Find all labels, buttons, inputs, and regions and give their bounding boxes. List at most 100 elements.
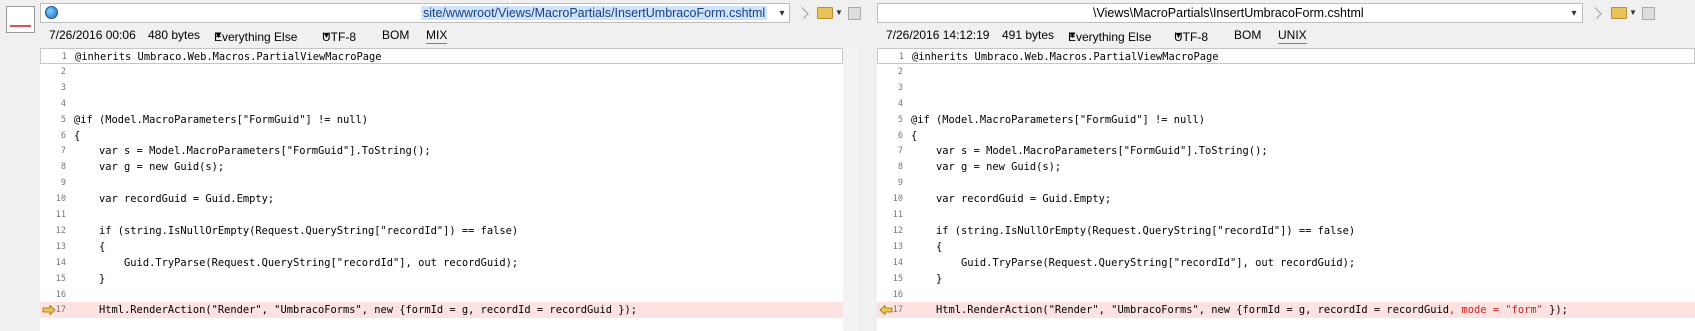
line-number: 14	[55, 257, 66, 268]
code-line: 15 }	[877, 271, 1695, 287]
code-line: 1 @inherits Umbraco.Web.Macros.PartialVie…	[40, 48, 843, 64]
code-line: 15 }	[40, 271, 843, 287]
line-text: @if (Model.MacroParameters["FormGuid"] !…	[74, 112, 368, 128]
line-number: 5	[60, 114, 66, 125]
code-line: 1 @inherits Umbraco.Web.Macros.PartialVie…	[877, 48, 1695, 64]
line-tail-text: });	[1542, 304, 1568, 317]
added-text: , mode = "form"	[1449, 304, 1543, 317]
line-text-content: @if (Model.MacroParameters["FormGuid"] !…	[911, 113, 1206, 126]
right-filter-value: Everything Else	[1068, 30, 1152, 44]
line-text-content: if (string.IsNullOrEmpty(Request.QuerySt…	[911, 224, 1356, 237]
code-line: 13 {	[877, 239, 1695, 255]
line-text: Guid.TryParse(Request.QueryString["recor…	[74, 255, 518, 271]
line-number: 16	[892, 289, 903, 300]
right-bom-toggle[interactable]: BOM	[1234, 28, 1261, 42]
line-number: 2	[60, 66, 66, 77]
right-path-input[interactable]: \Views\MacroPartials\InsertUmbracoForm.c…	[877, 3, 1583, 23]
right-pane: \Views\MacroPartials\InsertUmbracoForm.c…	[877, 0, 1695, 331]
left-save-button[interactable]	[843, 4, 865, 22]
right-save-button[interactable]	[1637, 4, 1659, 22]
line-text: {	[74, 128, 80, 144]
line-text-content: {	[74, 129, 81, 142]
line-text: if (string.IsNullOrEmpty(Request.QuerySt…	[74, 223, 518, 239]
code-line: 5 @if (Model.MacroParameters["FormGuid"] …	[877, 112, 1695, 128]
code-line: 8 var g = new Guid(s);	[40, 159, 843, 175]
left-open-dropdown-icon[interactable]: ▼	[835, 8, 843, 17]
code-line: 9	[40, 175, 843, 191]
chevron-down-icon: ▼	[214, 30, 223, 40]
line-text-content: var recordGuid = Guid.Empty;	[74, 193, 275, 206]
line-text: @inherits Umbraco.Web.Macros.PartialView…	[912, 49, 1219, 65]
code-line: 10 var recordGuid = Guid.Empty;	[877, 191, 1695, 207]
right-line-ending-toggle[interactable]: UNIX	[1278, 28, 1307, 44]
globe-icon	[45, 6, 58, 19]
code-line: 6{	[40, 128, 843, 144]
chevron-down-icon[interactable]: ▾	[1568, 8, 1580, 20]
right-open-dropdown-icon[interactable]: ▼	[1629, 8, 1637, 17]
line-number: 15	[55, 273, 66, 284]
left-open-button[interactable]	[814, 4, 836, 22]
code-line: 2	[40, 64, 843, 80]
right-path-text: \Views\MacroPartials\InsertUmbracoForm.c…	[1093, 6, 1364, 20]
diff-arrow-right-icon[interactable]	[42, 305, 56, 316]
left-editor[interactable]: 1 @inherits Umbraco.Web.Macros.PartialVie…	[40, 48, 843, 331]
line-number: 10	[892, 194, 903, 205]
code-line: 17 Html.RenderAction("Render", "UmbracoF…	[40, 302, 843, 319]
code-line: 7 var s = Model.MacroParameters["FormGui…	[877, 143, 1695, 159]
line-number: 4	[60, 98, 66, 109]
line-text-content: Guid.TryParse(Request.QueryString["recor…	[911, 256, 1356, 269]
code-line: 14 Guid.TryParse(Request.QueryString["re…	[877, 255, 1695, 271]
right-editor[interactable]: 1 @inherits Umbraco.Web.Macros.PartialVie…	[877, 48, 1695, 331]
line-text: var recordGuid = Guid.Empty;	[74, 191, 274, 207]
chevron-down-icon: ▼	[1174, 30, 1183, 40]
line-number: 4	[897, 98, 903, 109]
line-number: 10	[55, 194, 66, 205]
line-text-content: var s = Model.MacroParameters["FormGuid"…	[74, 145, 431, 158]
left-info-bar: 7/26/2016 00:06 480 bytes Everything Els…	[40, 26, 855, 44]
code-line: 2	[877, 64, 1695, 80]
line-text-content: {	[74, 240, 106, 253]
chevron-down-icon[interactable]: ▾	[776, 8, 788, 20]
line-number: 14	[892, 257, 903, 268]
right-file-size: 491 bytes	[1002, 28, 1055, 42]
line-number: 12	[892, 225, 903, 236]
save-icon	[847, 6, 861, 20]
line-number: 1	[898, 52, 904, 62]
line-text-content: var g = new Guid(s);	[74, 161, 225, 174]
chevron-down-icon: ▼	[1068, 30, 1077, 40]
code-line: 12 if (string.IsNullOrEmpty(Request.Quer…	[877, 223, 1695, 239]
code-line: 17 Html.RenderAction("Render", "UmbracoF…	[877, 302, 1695, 319]
line-number: 6	[897, 130, 903, 141]
right-swap-button[interactable]	[1585, 4, 1607, 22]
line-text: {	[911, 239, 942, 255]
line-text: var s = Model.MacroParameters["FormGuid"…	[911, 143, 1268, 159]
code-line: 16	[40, 287, 843, 303]
left-swap-button[interactable]	[792, 4, 814, 22]
line-number: 7	[60, 146, 66, 157]
line-text-content: {	[911, 129, 918, 142]
code-line: 9	[877, 175, 1695, 191]
overview-thumbnail[interactable]	[6, 6, 35, 33]
line-number: 9	[60, 178, 66, 189]
line-number: 1	[61, 52, 67, 62]
right-info-bar: 7/26/2016 14:12:19 491 bytes Everything …	[877, 26, 1695, 44]
line-number: 11	[892, 210, 903, 220]
line-text-content: var s = Model.MacroParameters["FormGuid"…	[911, 145, 1268, 158]
line-number: 7	[897, 146, 903, 157]
swap-arrow-icon	[1590, 7, 1602, 19]
line-text-content: Html.RenderAction("Render", "UmbracoForm…	[911, 304, 1449, 317]
left-line-ending-toggle[interactable]: MIX	[426, 28, 448, 44]
left-bom-toggle[interactable]: BOM	[382, 28, 409, 42]
code-line: 11	[40, 207, 843, 223]
line-number: 13	[55, 241, 66, 252]
left-vertical-scrollbar[interactable]	[843, 48, 859, 331]
code-line: 4	[40, 96, 843, 112]
code-line: 16	[877, 287, 1695, 303]
right-open-button[interactable]	[1608, 4, 1630, 22]
line-number: 5	[897, 114, 903, 125]
left-file-size: 480 bytes	[148, 28, 201, 42]
diff-arrow-left-icon[interactable]	[879, 305, 893, 316]
line-text-content: }	[74, 272, 106, 285]
line-text: var recordGuid = Guid.Empty;	[911, 191, 1111, 207]
left-path-input[interactable]: site/wwwroot/Views/MacroPartials/InsertU…	[40, 3, 790, 23]
